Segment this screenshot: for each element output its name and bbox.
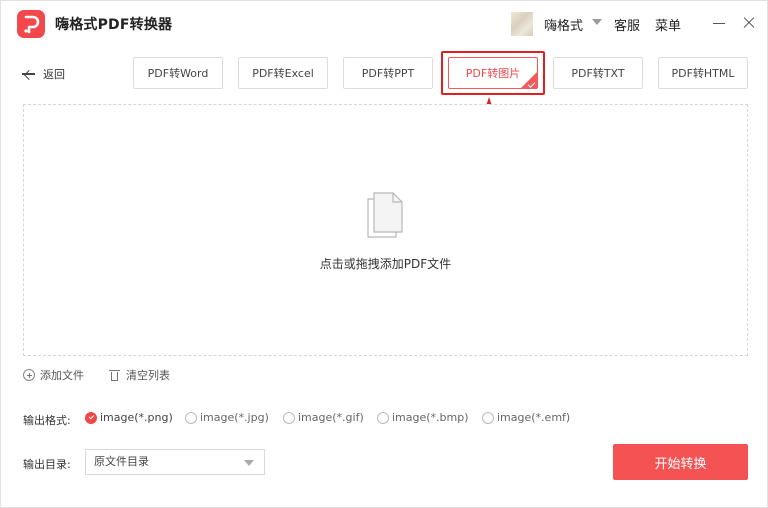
close-icon[interactable]	[737, 11, 761, 35]
format-option-label: image(*.jpg)	[200, 411, 269, 424]
clear-list-button[interactable]: 清空列表	[109, 367, 170, 383]
app-title: 嗨格式PDF转换器	[55, 17, 173, 33]
tab-pdf-to-image[interactable]: PDF转图片	[448, 57, 538, 89]
back-label: 返回	[43, 68, 65, 81]
start-convert-button[interactable]: 开始转换	[613, 444, 748, 480]
radio-checked-icon	[85, 411, 97, 424]
title-bar: 嗨格式PDF转换器 嗨格式 客服 菜单	[1, 1, 768, 45]
user-name[interactable]: 嗨格式	[544, 15, 583, 34]
format-option-png[interactable]: image(*.png)	[85, 411, 173, 424]
app-logo-icon	[17, 10, 45, 38]
tab-pdf-to-word[interactable]: PDF转Word	[133, 57, 223, 89]
format-option-gif[interactable]: image(*.gif)	[283, 411, 364, 424]
tab-pdf-to-excel[interactable]: PDF转Excel	[238, 57, 328, 89]
avatar[interactable]	[511, 12, 533, 36]
format-option-emf[interactable]: image(*.emf)	[482, 411, 570, 424]
tab-pdf-to-ppt[interactable]: PDF转PPT	[343, 57, 433, 89]
minimize-icon[interactable]	[707, 11, 731, 35]
drop-zone-text: 点击或拖拽添加PDF文件	[319, 257, 452, 271]
format-option-bmp[interactable]: image(*.bmp)	[377, 411, 469, 424]
file-drop-zone[interactable]: 点击或拖拽添加PDF文件	[23, 104, 748, 356]
chevron-down-icon	[244, 460, 254, 466]
menu-link[interactable]: 菜单	[655, 15, 681, 34]
radio-icon	[283, 411, 295, 424]
add-file-button[interactable]: 添加文件	[23, 367, 84, 383]
radio-icon	[185, 411, 197, 424]
clear-list-label: 清空列表	[126, 369, 170, 382]
customer-service-link[interactable]: 客服	[614, 15, 640, 34]
back-button[interactable]: 返回	[21, 65, 65, 83]
chevron-down-icon[interactable]	[592, 19, 602, 25]
radio-icon	[377, 411, 389, 424]
trash-icon	[109, 369, 120, 381]
format-option-label: image(*.emf)	[497, 411, 571, 424]
format-option-label: image(*.gif)	[298, 411, 364, 424]
output-dir-value: 原文件目录	[94, 455, 149, 468]
output-dir-select[interactable]: 原文件目录	[85, 449, 265, 475]
tab-pdf-to-html[interactable]: PDF转HTML	[658, 57, 748, 89]
format-option-label: image(*.bmp)	[392, 411, 469, 424]
format-option-jpg[interactable]: image(*.jpg)	[185, 411, 269, 424]
tab-label: PDF转图片	[465, 67, 521, 80]
document-icon	[367, 192, 403, 238]
app-window: 嗨格式PDF转换器 嗨格式 客服 菜单 返回 PDF转Word PDF转Exce…	[0, 0, 768, 508]
output-format-label: 输出格式:	[23, 414, 71, 427]
format-option-label: image(*.png)	[100, 411, 173, 424]
check-icon	[527, 80, 536, 88]
arrow-left-icon	[21, 68, 37, 80]
add-circle-icon	[23, 369, 35, 381]
add-file-label: 添加文件	[40, 369, 84, 382]
radio-icon	[482, 411, 494, 424]
tab-pdf-to-txt[interactable]: PDF转TXT	[553, 57, 643, 89]
output-dir-label: 输出目录:	[23, 458, 71, 471]
